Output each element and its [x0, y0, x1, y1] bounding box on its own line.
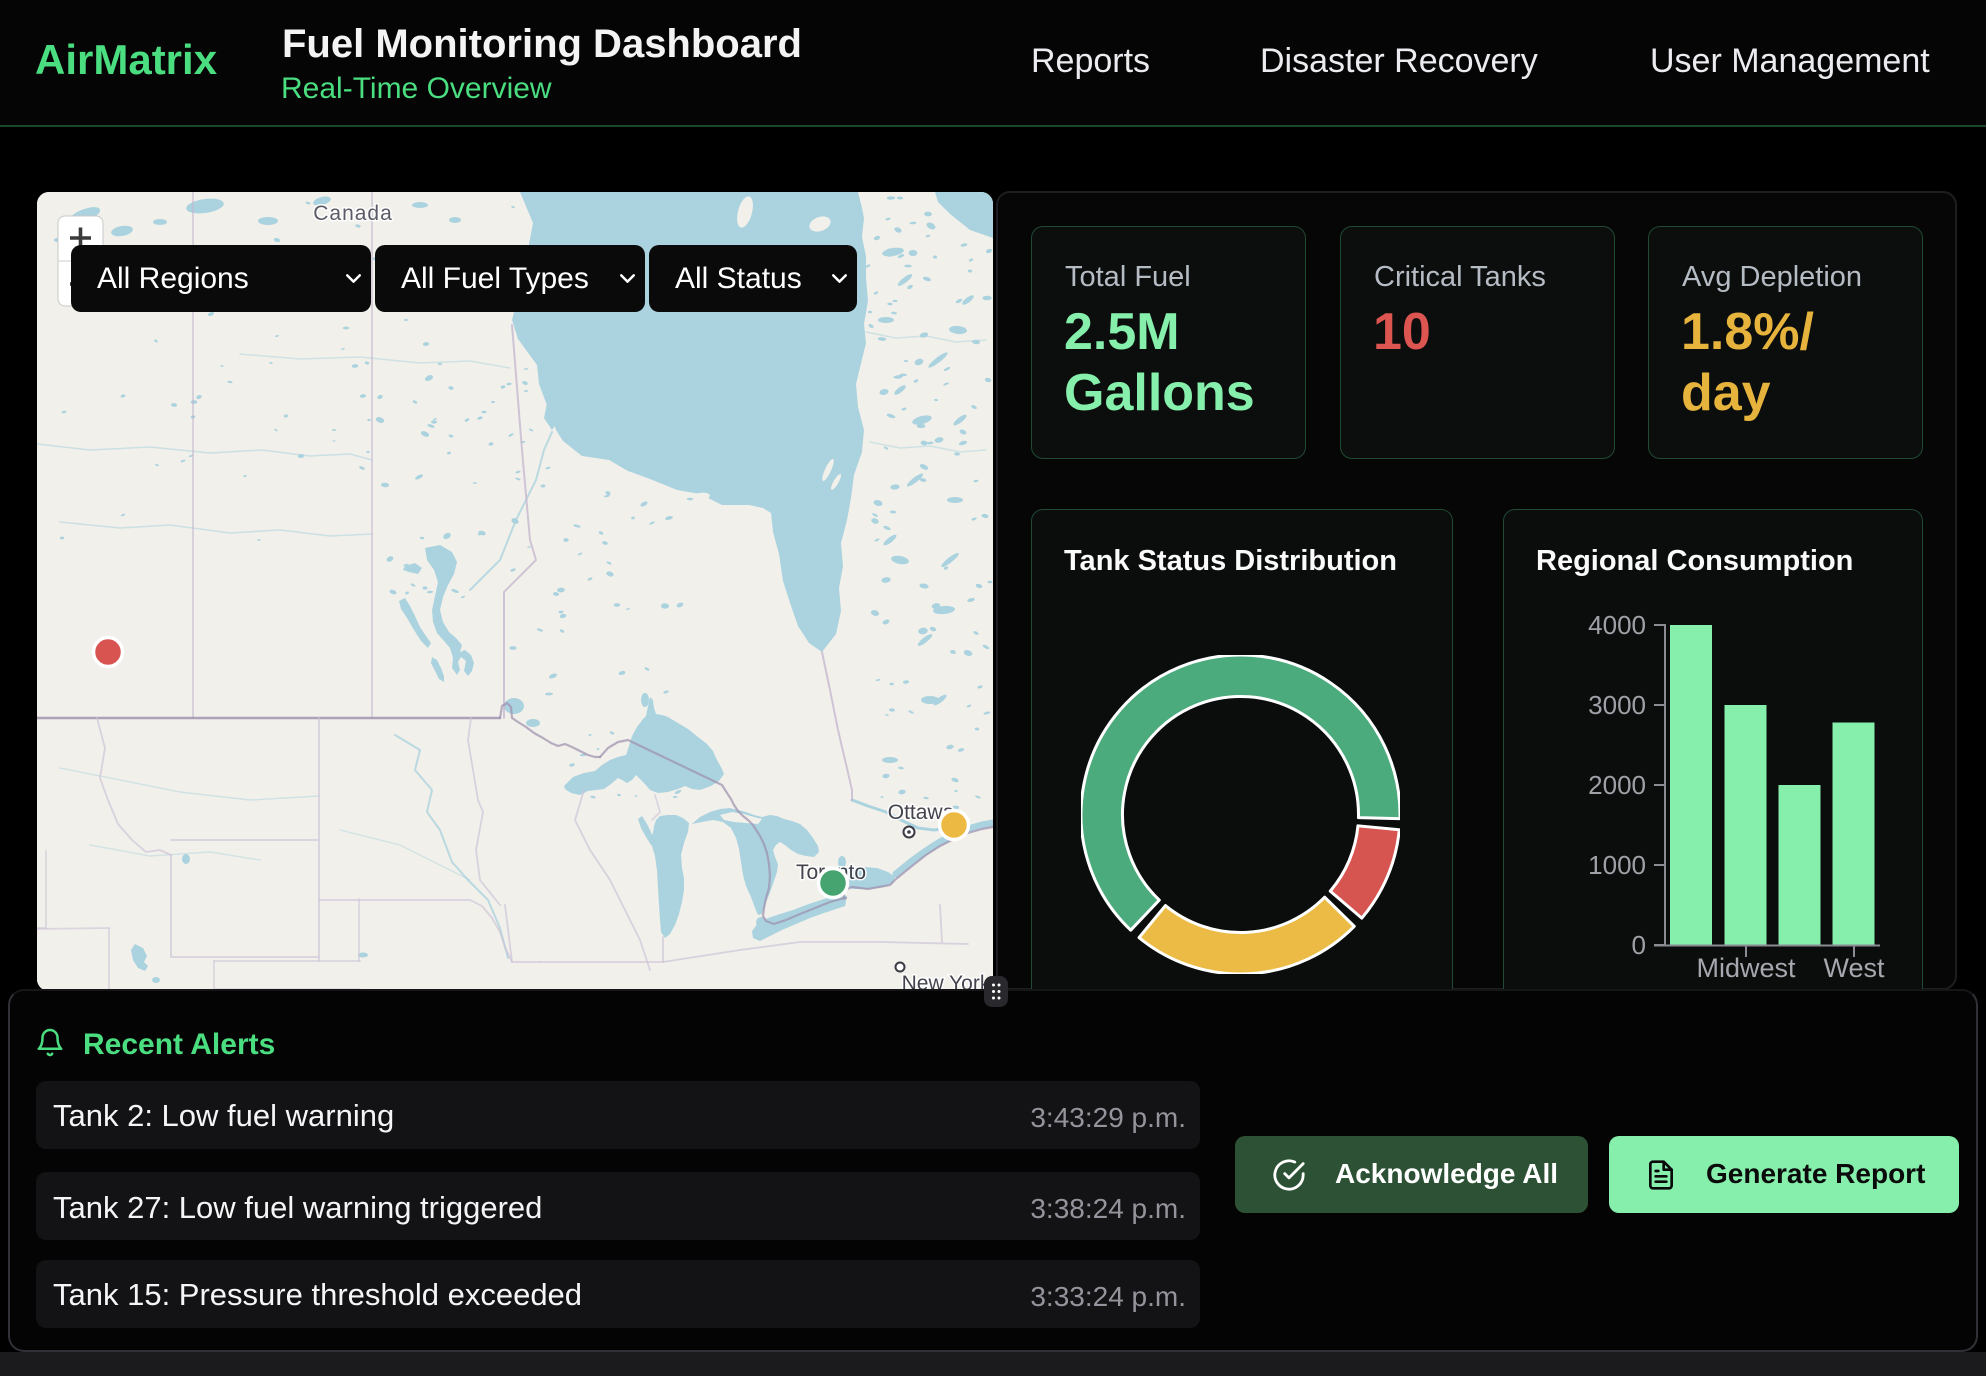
svg-text:1000: 1000 [1588, 850, 1646, 880]
svg-text:0: 0 [1632, 930, 1646, 960]
svg-text:4000: 4000 [1588, 610, 1646, 640]
svg-text:Midwest: Midwest [1696, 953, 1796, 983]
svg-text:Canada: Canada [313, 202, 393, 225]
svg-text:West: West [1823, 953, 1885, 983]
svg-text:2000: 2000 [1588, 770, 1646, 800]
svg-text:3000: 3000 [1588, 690, 1646, 720]
